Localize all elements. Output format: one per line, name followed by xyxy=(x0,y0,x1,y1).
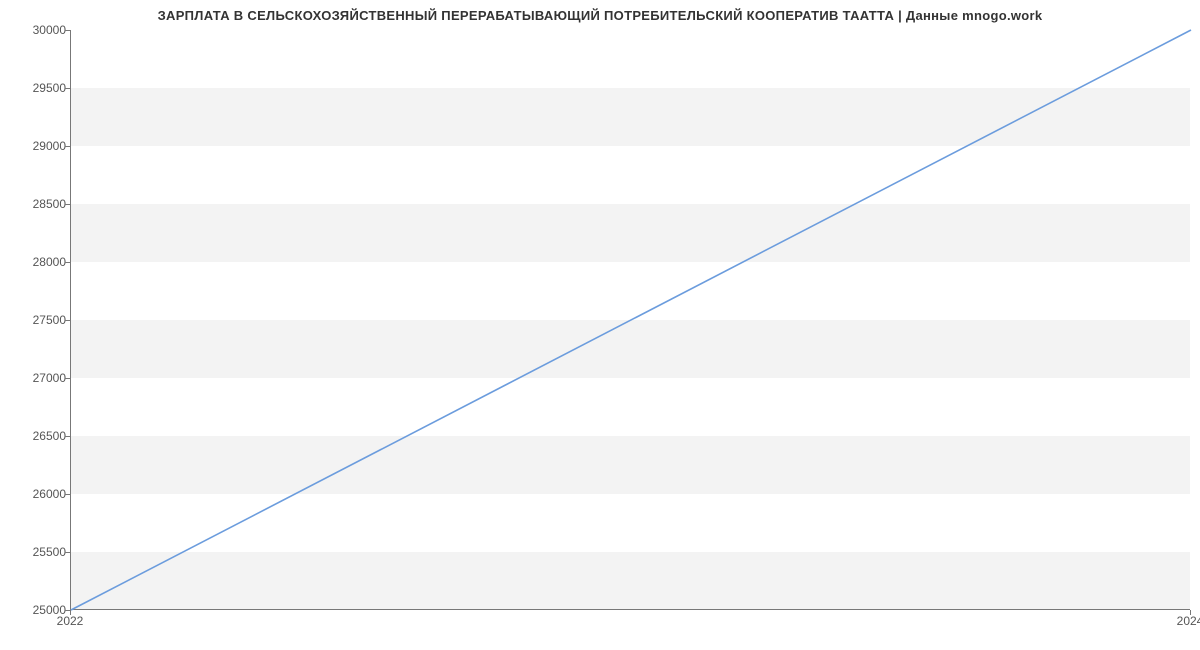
y-tick-label: 27000 xyxy=(6,371,66,385)
y-tick-label: 30000 xyxy=(6,23,66,37)
y-tick-mark xyxy=(65,436,70,437)
chart-title: ЗАРПЛАТА В СЕЛЬСКОХОЗЯЙСТВЕННЫЙ ПЕРЕРАБА… xyxy=(0,8,1200,23)
y-tick-label: 25500 xyxy=(6,545,66,559)
y-tick-label: 28000 xyxy=(6,255,66,269)
y-tick-mark xyxy=(65,378,70,379)
x-tick-mark xyxy=(1190,610,1191,615)
y-tick-label: 29500 xyxy=(6,81,66,95)
y-tick-mark xyxy=(65,320,70,321)
y-tick-label: 27500 xyxy=(6,313,66,327)
y-tick-mark xyxy=(65,146,70,147)
y-tick-mark xyxy=(65,494,70,495)
y-tick-mark xyxy=(65,552,70,553)
y-tick-label: 26500 xyxy=(6,429,66,443)
chart-container: ЗАРПЛАТА В СЕЛЬСКОХОЗЯЙСТВЕННЫЙ ПЕРЕРАБА… xyxy=(0,0,1200,650)
x-tick-mark xyxy=(70,610,71,615)
y-tick-mark xyxy=(65,262,70,263)
series-line xyxy=(71,30,1191,610)
line-series xyxy=(71,30,1190,609)
y-tick-label: 29000 xyxy=(6,139,66,153)
y-tick-mark xyxy=(65,30,70,31)
x-tick-label: 2022 xyxy=(57,614,84,628)
x-tick-label: 2024 xyxy=(1177,614,1200,628)
y-tick-label: 28500 xyxy=(6,197,66,211)
y-tick-mark xyxy=(65,204,70,205)
y-tick-label: 26000 xyxy=(6,487,66,501)
plot-area xyxy=(70,30,1190,610)
y-tick-mark xyxy=(65,88,70,89)
